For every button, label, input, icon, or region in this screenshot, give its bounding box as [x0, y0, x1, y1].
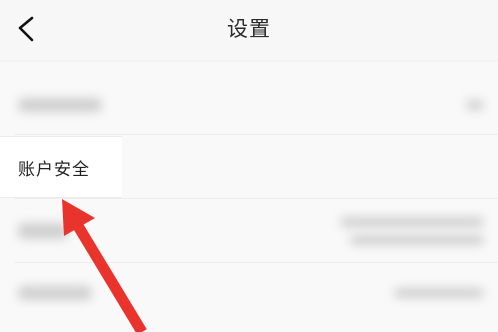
settings-row-account-security[interactable]: 账户安全 [0, 136, 498, 198]
settings-row-blurred[interactable] [0, 262, 498, 322]
blurred-label [18, 286, 92, 300]
divider [14, 134, 498, 135]
blurred-value [340, 217, 484, 227]
blurred-label [18, 223, 68, 239]
top-bar: 设置 [0, 0, 498, 60]
blurred-value [350, 235, 484, 245]
page-title: 设置 [227, 17, 271, 41]
blurred-label [18, 98, 102, 112]
settings-row-blurred[interactable] [0, 72, 498, 134]
blurred-value [394, 288, 484, 298]
settings-row-blurred[interactable] [0, 201, 498, 263]
divider [14, 198, 498, 199]
row-label-account-security: 账户安全 [18, 160, 90, 180]
blurred-value [466, 100, 484, 110]
